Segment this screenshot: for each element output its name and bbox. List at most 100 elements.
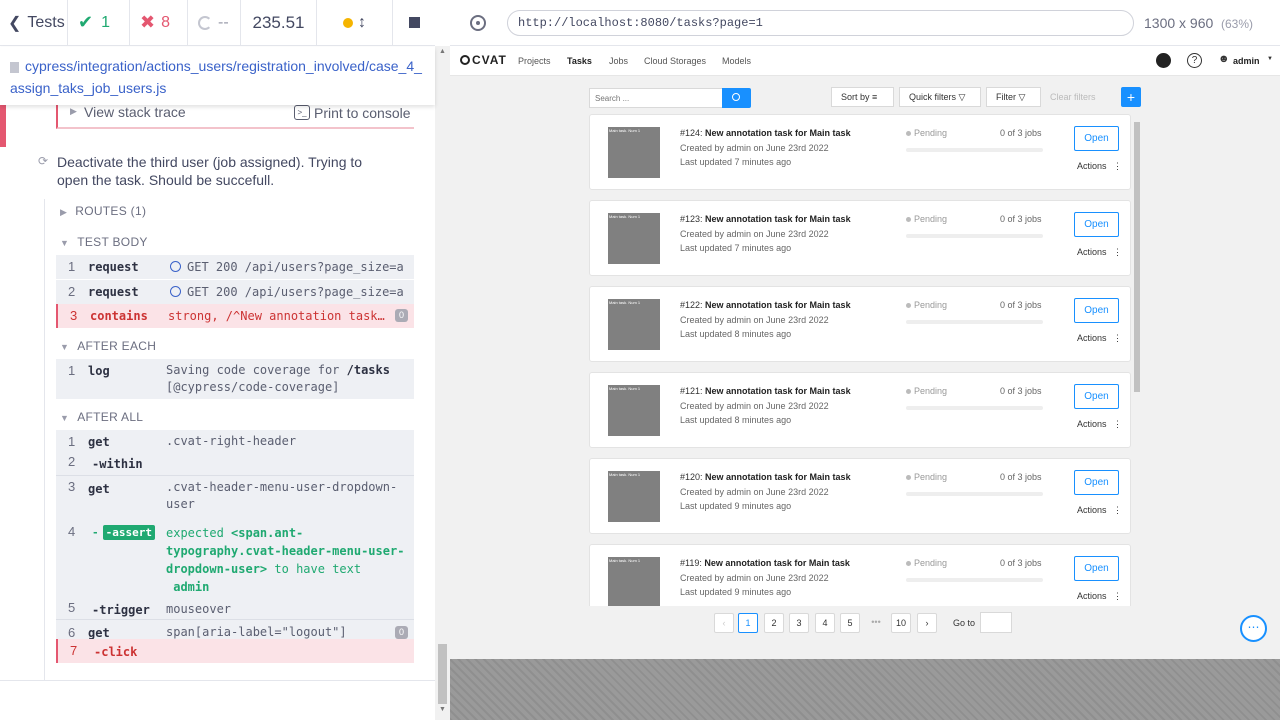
chevron-right-icon: › <box>925 618 929 628</box>
pending-stat: -- <box>188 0 241 46</box>
task-thumbnail[interactable]: Main task. Num 1 <box>608 557 660 606</box>
command-row[interactable]: 2 request GET 200 /api/users?page_size=a… <box>56 280 414 304</box>
task-list: Main task. Num 1 #124: New annotation ta… <box>450 114 1280 606</box>
print-to-console-button[interactable]: Print to console <box>314 105 411 121</box>
task-thumbnail[interactable]: Main task. Num 1 <box>608 385 660 436</box>
chat-button[interactable]: ⋯ <box>1240 615 1267 642</box>
cvat-logo-icon <box>460 55 470 65</box>
spec-path[interactable]: cypress/integration/actions_users/regist… <box>0 47 435 105</box>
actions-label: Actions <box>1077 505 1107 515</box>
quick-filters-button[interactable]: Quick filters ▽ <box>899 87 981 107</box>
actions-menu[interactable]: Actions ⋮ <box>1077 505 1122 516</box>
page-ellipsis[interactable]: ••• <box>866 613 886 633</box>
command-row-failed[interactable]: 3 contains strong, /^New annotation task… <box>56 304 414 328</box>
caret-right-icon: ▶ <box>60 207 68 217</box>
create-task-button[interactable]: + <box>1121 87 1141 107</box>
test-body-section[interactable]: ▼ TEST BODY <box>60 235 148 249</box>
task-jobs: 0 of 3 jobs <box>1000 472 1042 482</box>
chevron-left-icon: ‹ <box>722 618 726 628</box>
nav-cloud-storages[interactable]: Cloud Storages <box>644 56 706 66</box>
open-button[interactable]: Open <box>1074 470 1119 495</box>
command-row[interactable]: 1 log Saving code coverage for /tasks [@… <box>56 359 414 399</box>
status-dot-icon <box>906 217 911 222</box>
stop-button[interactable] <box>393 0 435 46</box>
command-row[interactable]: 1 request GET 200 /api/users?page_size=a… <box>56 255 414 279</box>
xhr-circle-icon <box>170 261 181 272</box>
command-row[interactable]: 5 -trigger mouseover <box>56 596 414 620</box>
filter-button[interactable]: Filter ▽ <box>986 87 1041 107</box>
url-field[interactable]: http://localhost:8080/tasks?page=1 <box>507 10 1134 36</box>
command-row-failed[interactable]: 7 -click <box>56 639 414 663</box>
clear-filters-button[interactable]: Clear filters <box>1050 92 1096 102</box>
github-icon[interactable] <box>1156 53 1171 68</box>
actions-label: Actions <box>1077 591 1107 601</box>
nav-jobs[interactable]: Jobs <box>609 56 628 66</box>
open-button[interactable]: Open <box>1074 126 1119 151</box>
assert-element: <span.ant- <box>231 526 304 540</box>
task-thumbnail[interactable]: Main task. Num 1 <box>608 299 660 350</box>
page-3[interactable]: 3 <box>789 613 809 633</box>
search-input[interactable] <box>589 88 723 108</box>
open-button[interactable]: Open <box>1074 298 1119 323</box>
scroll-down-icon: ▼ <box>439 706 446 713</box>
task-thumbnail[interactable]: Main task. Num 1 <box>608 127 660 178</box>
sort-by-button[interactable]: Sort by ≡ <box>831 87 894 107</box>
nav-models[interactable]: Models <box>722 56 751 66</box>
actions-menu[interactable]: Actions ⋮ <box>1077 161 1122 172</box>
command-number: 3 <box>70 308 78 323</box>
passed-count: 1 <box>101 13 110 31</box>
page-2[interactable]: 2 <box>764 613 784 633</box>
page-5[interactable]: 5 <box>840 613 860 633</box>
page-10[interactable]: 10 <box>891 613 911 633</box>
page-4[interactable]: 4 <box>815 613 835 633</box>
open-button[interactable]: Open <box>1074 556 1119 581</box>
command-row-assert[interactable]: 4 - -assert expected <span.ant-typography… <box>56 518 414 594</box>
command-name: get <box>88 435 110 449</box>
reporter-scrollbar[interactable]: ▲ ▼ <box>435 46 450 720</box>
page-1[interactable]: 1 <box>738 613 758 633</box>
task-card: Main task. Num 1 #120: New annotation ta… <box>589 458 1131 534</box>
xhr-circle-icon <box>170 286 181 297</box>
after-each-section[interactable]: ▼ AFTER EACH <box>60 339 156 353</box>
view-stack-trace-link[interactable]: View stack trace <box>84 105 186 120</box>
actions-menu[interactable]: Actions ⋮ <box>1077 419 1122 430</box>
task-name: New annotation task for Main task <box>705 300 851 310</box>
nav-tasks[interactable]: Tasks <box>567 56 592 66</box>
routes-section[interactable]: ▶ ROUTES (1) <box>60 204 146 218</box>
command-number: 5 <box>68 600 76 615</box>
open-button[interactable]: Open <box>1074 212 1119 237</box>
task-thumbnail[interactable]: Main task. Num 1 <box>608 213 660 264</box>
command-row[interactable]: 3 get .cvat-header-menu-user-dropdown- u… <box>56 477 414 517</box>
prev-page-button[interactable]: ‹ <box>714 613 734 633</box>
up-down-arrow-icon: ↕ <box>358 13 366 31</box>
actions-menu[interactable]: Actions ⋮ <box>1077 591 1122 602</box>
actions-menu[interactable]: Actions ⋮ <box>1077 333 1122 344</box>
sort-by-label: Sort by <box>841 92 870 102</box>
task-progress <box>906 406 1043 410</box>
status-dot-icon <box>906 389 911 394</box>
task-jobs: 0 of 3 jobs <box>1000 214 1042 224</box>
scrollbar-thumb[interactable] <box>438 644 447 704</box>
task-id: #120: <box>680 472 703 482</box>
nav-projects[interactable]: Projects <box>518 56 551 66</box>
search-button[interactable] <box>722 88 751 108</box>
after-all-section[interactable]: ▼ AFTER ALL <box>60 410 143 424</box>
help-icon[interactable]: ? <box>1187 53 1202 68</box>
actions-menu[interactable]: Actions ⋮ <box>1077 247 1122 258</box>
open-button[interactable]: Open <box>1074 384 1119 409</box>
command-name: -within <box>92 457 143 471</box>
tests-button[interactable]: ❮ Tests <box>0 0 68 46</box>
filter-icon: ▽ <box>1018 92 1026 102</box>
goto-input[interactable] <box>980 612 1012 633</box>
viewport-overflow <box>450 659 1280 720</box>
task-list-scrollbar[interactable] <box>1133 114 1141 604</box>
scrollbar-thumb[interactable] <box>1134 122 1140 392</box>
user-name[interactable]: admin <box>1233 56 1260 66</box>
next-page-button[interactable]: › <box>917 613 937 633</box>
task-thumbnail[interactable]: Main task. Num 1 <box>608 471 660 522</box>
command-row[interactable]: 1 get .cvat-right-header <box>56 430 414 452</box>
task-jobs: 0 of 3 jobs <box>1000 128 1042 138</box>
auto-scroll-toggle[interactable]: ↕ <box>317 0 393 46</box>
command-row[interactable]: 2 -within <box>56 452 414 476</box>
refresh-icon: ⟳ <box>38 154 49 168</box>
